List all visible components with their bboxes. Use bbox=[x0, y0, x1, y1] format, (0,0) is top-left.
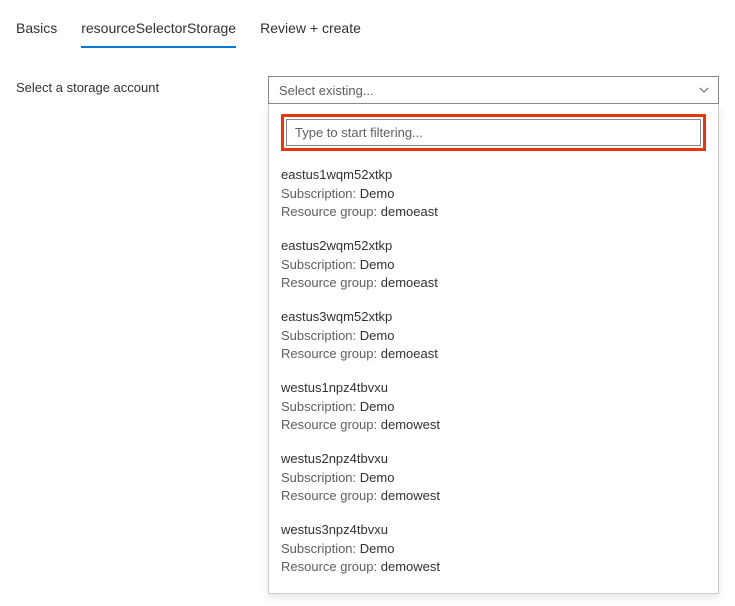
option-name: eastus3wqm52xtkp bbox=[281, 309, 706, 324]
storage-option[interactable]: eastus3wqm52xtkp Subscription: Demo Resour… bbox=[281, 303, 706, 374]
storage-account-control: Select existing... eastus1wqm52xtkp Subsc… bbox=[268, 76, 719, 594]
storage-account-select[interactable]: Select existing... bbox=[268, 76, 719, 104]
option-subscription: Subscription: Demo bbox=[281, 470, 706, 485]
option-resource-group: Resource group: demowest bbox=[281, 417, 706, 432]
option-subscription: Subscription: Demo bbox=[281, 186, 706, 201]
tabs-row: Basics resourceSelectorStorage Review + … bbox=[16, 12, 719, 48]
option-name: westus1npz4tbvxu bbox=[281, 380, 706, 395]
option-resource-group: Resource group: demoeast bbox=[281, 275, 706, 290]
select-placeholder-text: Select existing... bbox=[279, 83, 374, 98]
tab-resource-selector-storage[interactable]: resourceSelectorStorage bbox=[81, 12, 236, 48]
tab-basics[interactable]: Basics bbox=[16, 12, 57, 48]
storage-option[interactable]: westus2npz4tbvxu Subscription: Demo Resour… bbox=[281, 445, 706, 516]
option-name: eastus1wqm52xtkp bbox=[281, 167, 706, 182]
option-subscription: Subscription: Demo bbox=[281, 328, 706, 343]
option-subscription: Subscription: Demo bbox=[281, 399, 706, 414]
option-subscription: Subscription: Demo bbox=[281, 541, 706, 556]
option-resource-group: Resource group: demowest bbox=[281, 559, 706, 574]
options-list: eastus1wqm52xtkp Subscription: Demo Resour… bbox=[281, 161, 706, 587]
storage-option[interactable]: eastus1wqm52xtkp Subscription: Demo Resour… bbox=[281, 161, 706, 232]
option-name: westus2npz4tbvxu bbox=[281, 451, 706, 466]
filter-input[interactable] bbox=[286, 119, 701, 146]
dropdown-panel: eastus1wqm52xtkp Subscription: Demo Resour… bbox=[268, 104, 719, 594]
option-resource-group: Resource group: demoeast bbox=[281, 204, 706, 219]
option-resource-group: Resource group: demowest bbox=[281, 488, 706, 503]
option-name: eastus2wqm52xtkp bbox=[281, 238, 706, 253]
storage-account-label: Select a storage account bbox=[16, 76, 268, 95]
storage-option[interactable]: westus1npz4tbvxu Subscription: Demo Resour… bbox=[281, 374, 706, 445]
storage-option[interactable]: westus3npz4tbvxu Subscription: Demo Resour… bbox=[281, 516, 706, 587]
option-resource-group: Resource group: demoeast bbox=[281, 346, 706, 361]
storage-account-row: Select a storage account Select existing… bbox=[16, 76, 719, 594]
storage-option[interactable]: eastus2wqm52xtkp Subscription: Demo Resour… bbox=[281, 232, 706, 303]
tab-review-create[interactable]: Review + create bbox=[260, 12, 361, 48]
option-subscription: Subscription: Demo bbox=[281, 257, 706, 272]
option-name: westus3npz4tbvxu bbox=[281, 522, 706, 537]
filter-highlight bbox=[281, 114, 706, 151]
chevron-down-icon bbox=[698, 84, 710, 96]
